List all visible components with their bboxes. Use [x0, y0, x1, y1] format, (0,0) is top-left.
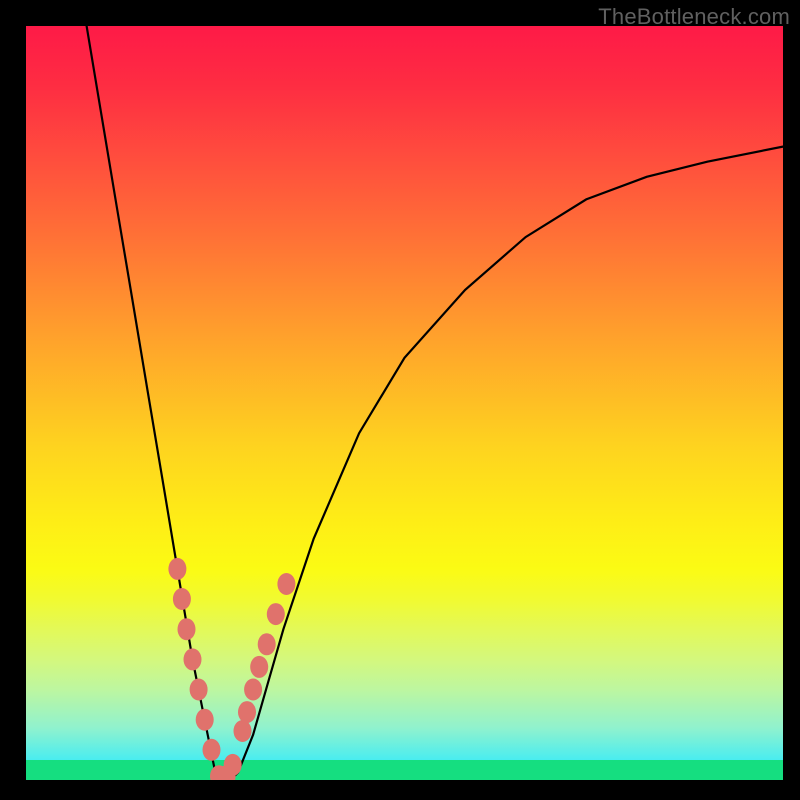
- curve-marker: [178, 618, 196, 640]
- curve-marker: [203, 739, 221, 761]
- watermark-text: TheBottleneck.com: [598, 4, 790, 30]
- bottleneck-curve-svg: [26, 26, 783, 780]
- curve-marker: [196, 709, 214, 731]
- curve-marker: [258, 633, 276, 655]
- curve-marker: [244, 679, 262, 701]
- curve-marker: [168, 558, 186, 580]
- curve-marker: [190, 679, 208, 701]
- chart-plot-area: [26, 26, 783, 780]
- marker-group: [168, 558, 295, 780]
- curve-marker: [250, 656, 268, 678]
- curve-marker: [234, 720, 252, 742]
- curve-marker: [173, 588, 191, 610]
- curve-marker: [277, 573, 295, 595]
- curve-marker: [238, 701, 256, 723]
- curve-marker: [267, 603, 285, 625]
- curve-marker: [184, 648, 202, 670]
- curve-marker: [224, 754, 242, 776]
